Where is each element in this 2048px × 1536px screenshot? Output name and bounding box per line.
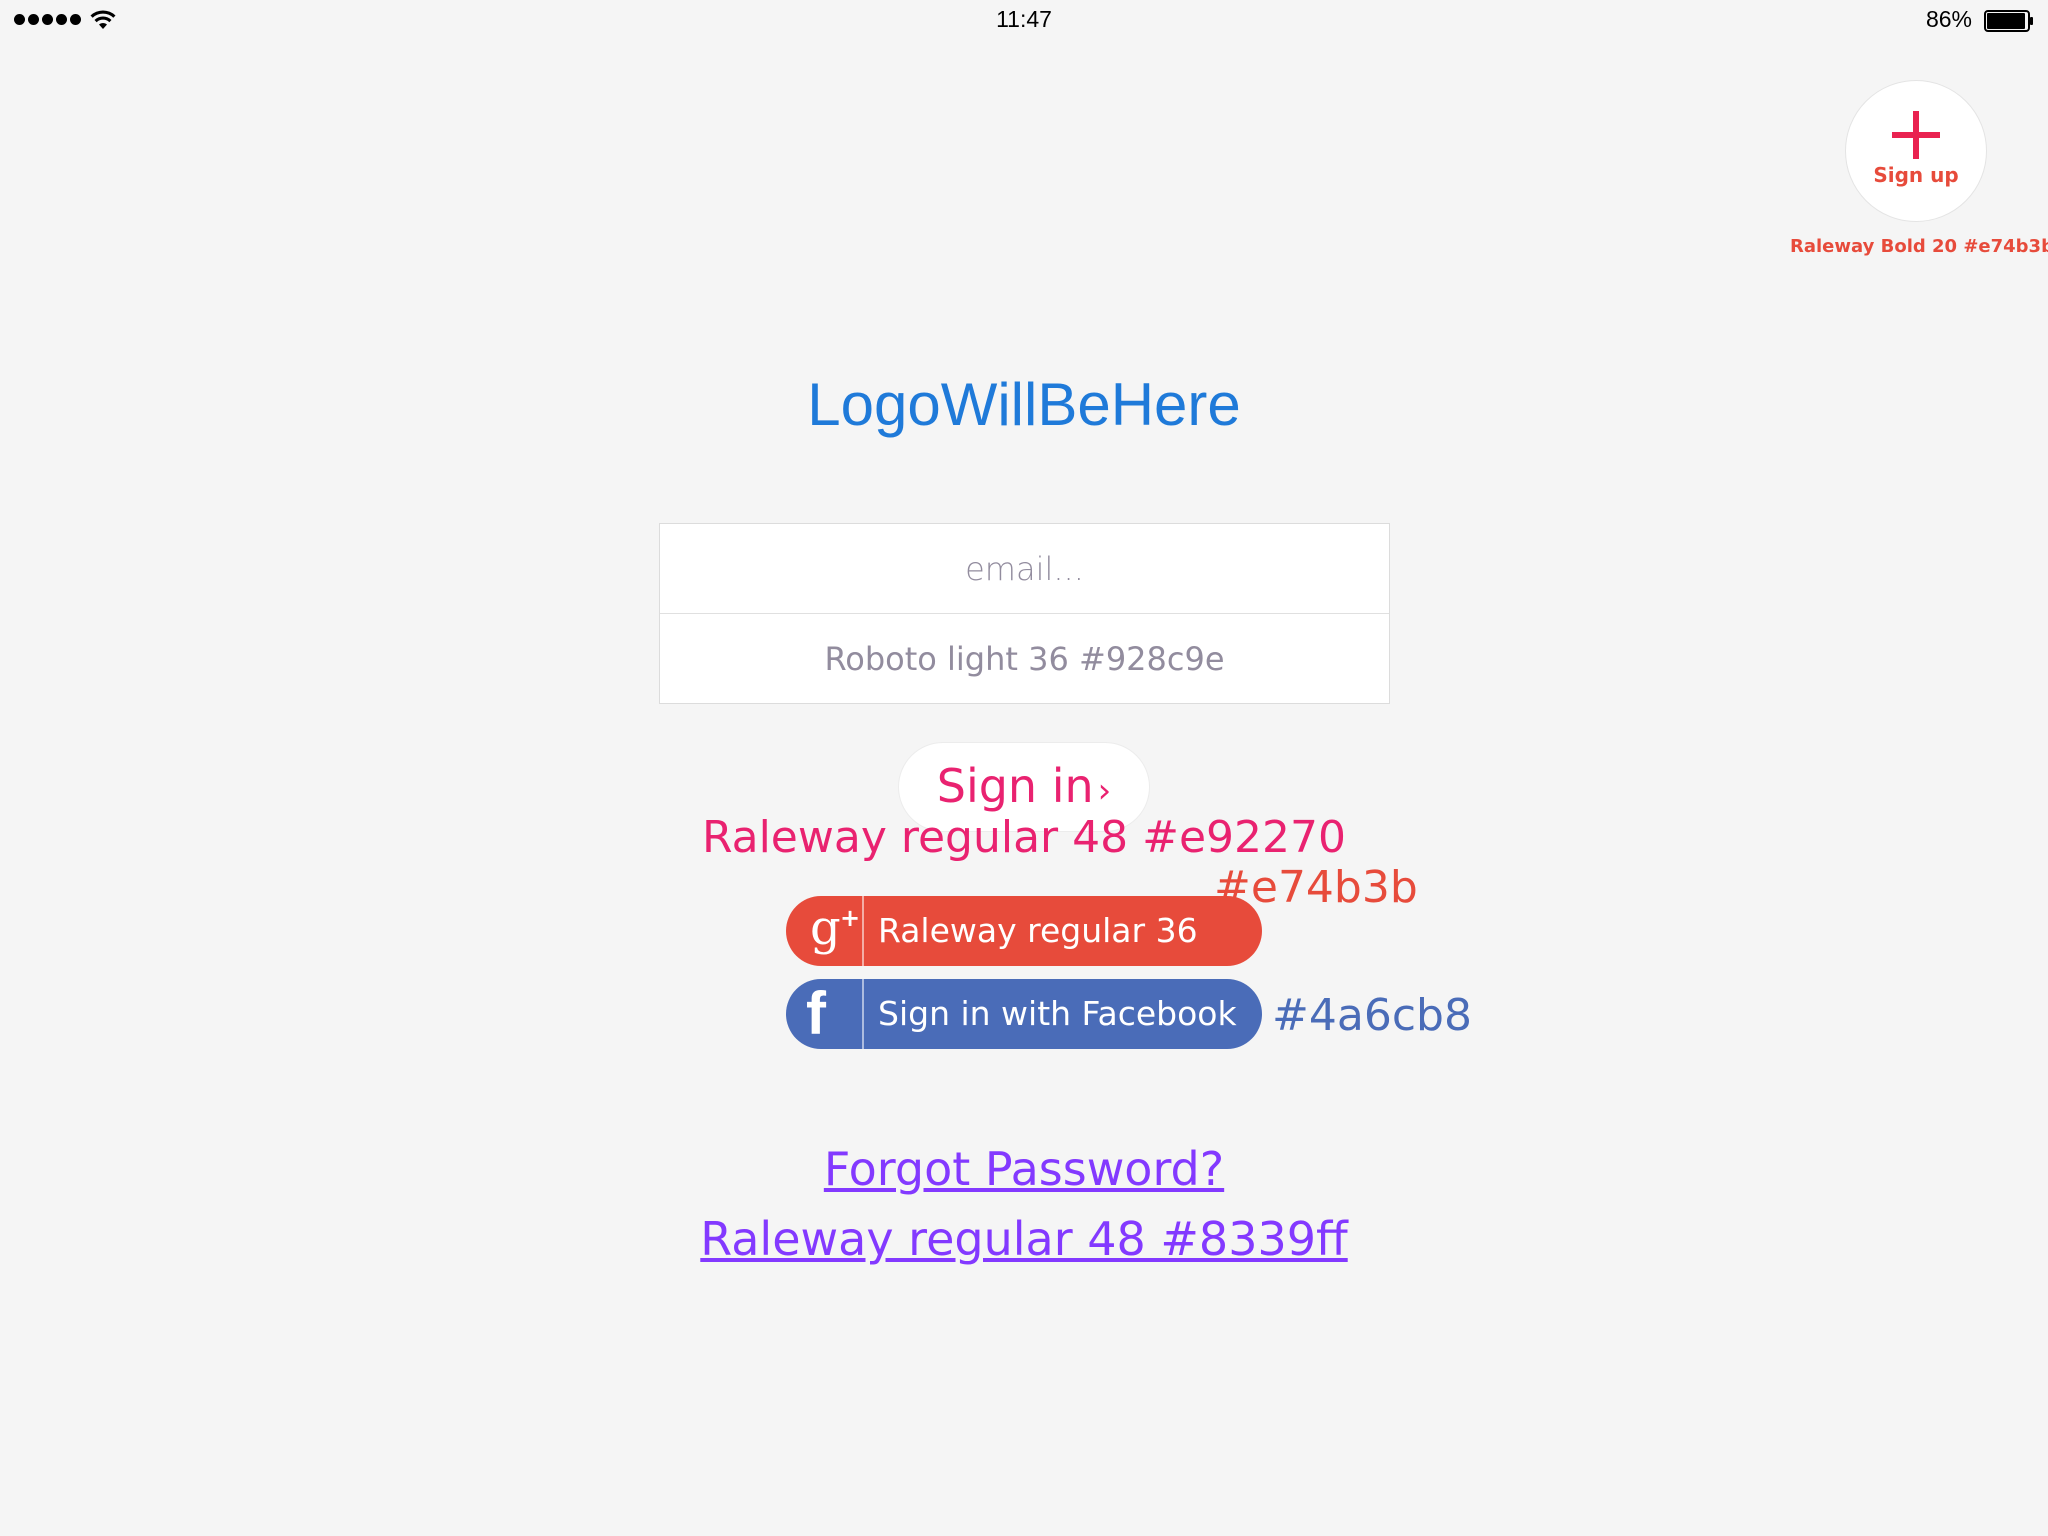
signin-style-note: Raleway regular 48 #e92270 [702, 812, 1346, 863]
forgot-password-link[interactable]: Forgot Password? [0, 1142, 2048, 1196]
google-button-label: Raleway regular 36 [878, 911, 1198, 950]
signup-label: Sign up [1873, 163, 1959, 187]
signup-button[interactable]: Sign up [1845, 80, 1987, 222]
google-plus-icon: g + [810, 900, 861, 956]
signup-style-note: Raleway Bold 20 #e74b3b [1790, 236, 2048, 257]
facebook-icon: f [806, 980, 826, 1047]
facebook-button-label: Sign in with Facebook [878, 994, 1237, 1033]
signin-label: Sign in [936, 759, 1094, 813]
password-input[interactable] [660, 614, 1389, 703]
icon-separator [862, 979, 864, 1049]
status-time: 11:47 [996, 6, 1052, 32]
forgot-style-note: Raleway regular 48 #8339ff [700, 1212, 1348, 1266]
battery-percentage: 86% [1925, 6, 1972, 32]
google-signin-button[interactable]: g + Raleway regular 36 [786, 896, 1262, 966]
email-input[interactable] [660, 524, 1389, 613]
battery-icon [1984, 10, 2033, 32]
chevron-right-icon: › [1097, 771, 1112, 811]
status-bar: 11:47 86% [0, 0, 2048, 40]
plus-icon [1892, 111, 1940, 159]
facebook-color-note: #4a6cb8 [1272, 990, 1472, 1041]
facebook-signin-button[interactable]: f Sign in with Facebook [786, 979, 1262, 1049]
login-card [659, 523, 1390, 704]
logo-text: LogoWillBeHere [807, 371, 1241, 438]
icon-separator [862, 896, 864, 966]
